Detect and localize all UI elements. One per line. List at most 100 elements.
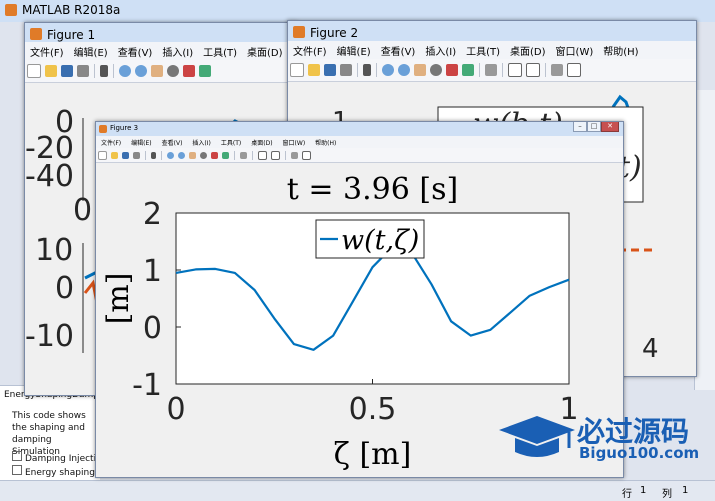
figure2-menubar: 文件(F) 编辑(E) 查看(V) 插入(I) 工具(T) 桌面(D) 窗口(W… [288, 41, 696, 59]
x-tick-label: 0 [166, 392, 185, 427]
print-icon[interactable] [77, 65, 89, 77]
menu-edit[interactable]: 编辑(E) [337, 43, 371, 58]
desktop-right-strip [694, 90, 715, 390]
legend-icon[interactable] [271, 150, 280, 160]
x-tick-label: 0.5 [349, 392, 397, 427]
figure3-titlebar[interactable]: Figure 3 – □ ✕ [96, 122, 623, 136]
menu-tools[interactable]: 工具(T) [203, 44, 237, 59]
figure-icon [99, 125, 107, 133]
minimize-button[interactable]: – [573, 122, 587, 132]
y-tick-label: 0 [143, 311, 162, 346]
figure-icon [293, 26, 305, 38]
watermark-en: Biguo100.com [579, 444, 700, 462]
rotate-icon[interactable] [200, 151, 207, 159]
datacursor-icon[interactable] [183, 65, 195, 77]
new-icon[interactable] [27, 64, 41, 78]
menu-insert[interactable]: 插入(I) [162, 44, 193, 59]
brush-icon[interactable] [222, 151, 229, 159]
figure2-toolbar [288, 59, 696, 82]
list-item[interactable]: Energy shaping [12, 465, 95, 478]
zoom-in-icon[interactable] [167, 151, 174, 159]
open-icon[interactable] [111, 151, 118, 159]
separator [479, 63, 480, 77]
link-icon[interactable] [485, 64, 497, 76]
separator [161, 150, 162, 160]
y-tick-label: 1 [143, 254, 162, 289]
dock-icon[interactable] [302, 150, 311, 160]
datacursor-icon[interactable] [446, 64, 458, 76]
colorbar-icon[interactable] [258, 150, 267, 160]
menu-window[interactable]: 窗口(W) [556, 43, 594, 58]
legend-icon[interactable] [526, 63, 540, 77]
x-axis-label: ζ [m] [334, 437, 412, 472]
y-tick-label: -1 [132, 368, 162, 403]
menu-window[interactable]: 窗口(W) [283, 138, 306, 147]
zoom-out-icon[interactable] [398, 64, 410, 76]
menu-view[interactable]: 查看(V) [162, 138, 183, 147]
menu-insert[interactable]: 插入(I) [425, 43, 456, 58]
menu-tools[interactable]: 工具(T) [466, 43, 500, 58]
hide-tools-icon[interactable] [291, 151, 298, 159]
rotate-icon[interactable] [167, 65, 179, 77]
save-icon[interactable] [122, 151, 129, 159]
watermark: 必过源码 Biguo100.com [497, 408, 712, 468]
menu-edit[interactable]: 编辑(E) [131, 138, 151, 147]
graduation-cap-icon [499, 416, 575, 457]
print-icon[interactable] [133, 151, 140, 159]
separator [545, 63, 546, 77]
colorbar-icon[interactable] [508, 63, 522, 77]
figure-icon [30, 28, 42, 40]
y-axis-label: [m] [101, 273, 136, 325]
brush-icon[interactable] [462, 64, 474, 76]
row-value: 1 [640, 485, 647, 496]
menu-file[interactable]: 文件(F) [293, 43, 327, 58]
dock-icon[interactable] [567, 63, 581, 77]
pan-icon[interactable] [414, 64, 426, 76]
menu-help[interactable]: 帮助(H) [603, 43, 638, 58]
menu-view[interactable]: 查看(V) [381, 43, 416, 58]
menu-view[interactable]: 查看(V) [118, 44, 153, 59]
separator [145, 150, 146, 160]
link-icon[interactable] [240, 151, 247, 159]
hide-tools-icon[interactable] [551, 64, 563, 76]
print-icon[interactable] [340, 64, 352, 76]
figure2-title: Figure 2 [310, 26, 359, 40]
separator [357, 63, 358, 77]
menu-desktop[interactable]: 桌面(D) [251, 138, 272, 147]
zoom-in-icon[interactable] [119, 65, 131, 77]
list-item[interactable]: Damping Injection [12, 451, 107, 464]
status-bar: 行 1 列 1 [0, 480, 715, 501]
zoom-out-icon[interactable] [178, 151, 185, 159]
save-icon[interactable] [61, 65, 73, 77]
pan-icon[interactable] [151, 65, 163, 77]
pointer-icon[interactable] [100, 65, 108, 77]
menu-desktop[interactable]: 桌面(D) [510, 43, 546, 58]
menu-file[interactable]: 文件(F) [30, 44, 64, 59]
maximize-button[interactable]: □ [587, 122, 601, 132]
menu-help[interactable]: 帮助(H) [315, 138, 336, 147]
separator [94, 64, 95, 78]
new-icon[interactable] [98, 150, 107, 160]
brush-icon[interactable] [199, 65, 211, 77]
new-icon[interactable] [290, 63, 304, 77]
pan-icon[interactable] [189, 151, 196, 159]
fig2-xtick: 4 [642, 334, 659, 364]
datacursor-icon[interactable] [211, 151, 218, 159]
zoom-out-icon[interactable] [135, 65, 147, 77]
save-icon[interactable] [324, 64, 336, 76]
pointer-icon[interactable] [363, 64, 371, 76]
open-icon[interactable] [45, 65, 57, 77]
menu-file[interactable]: 文件(F) [101, 138, 121, 147]
zoom-in-icon[interactable] [382, 64, 394, 76]
menu-tools[interactable]: 工具(T) [221, 138, 241, 147]
matlab-logo-icon [5, 4, 17, 16]
menu-insert[interactable]: 插入(I) [192, 138, 210, 147]
close-button[interactable]: ✕ [601, 122, 619, 132]
rotate-icon[interactable] [430, 64, 442, 76]
y-tick-label: 2 [143, 197, 162, 232]
open-icon[interactable] [308, 64, 320, 76]
pointer-icon[interactable] [151, 151, 156, 159]
col-value: 1 [682, 485, 689, 496]
menu-edit[interactable]: 编辑(E) [74, 44, 108, 59]
menu-desktop[interactable]: 桌面(D) [247, 44, 283, 59]
